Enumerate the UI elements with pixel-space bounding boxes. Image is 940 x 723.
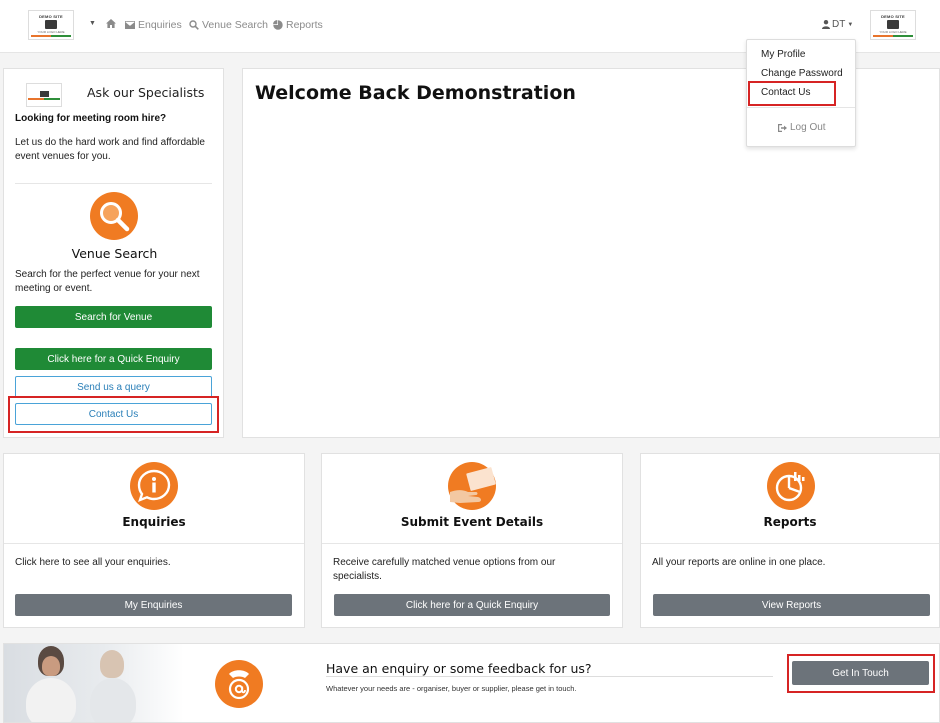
welcome-heading: Welcome Back Demonstration — [255, 82, 576, 104]
nav-venue-search[interactable]: Venue Search — [189, 19, 268, 31]
user-icon — [822, 20, 830, 29]
info-chat-icon — [130, 462, 178, 510]
sign-out-icon — [778, 123, 787, 132]
submit-quick-enquiry-button[interactable]: Click here for a Quick Enquiry — [334, 594, 610, 616]
enquiries-description: Click here to see all your enquiries. — [15, 557, 171, 568]
my-enquiries-button[interactable]: My Enquiries — [15, 594, 292, 616]
card-divider — [4, 543, 304, 544]
quick-enquiry-button[interactable]: Click here for a Quick Enquiry — [15, 348, 212, 370]
logo-mark-icon — [39, 90, 49, 97]
logo-stripe — [28, 97, 60, 100]
logo-top-text: DEMO SITE — [881, 13, 905, 19]
user-menu-toggle[interactable]: DT ▼ — [822, 19, 853, 30]
home-icon — [106, 19, 116, 28]
submit-event-card: Submit Event Details Receive carefully m… — [321, 453, 623, 628]
user-initials: DT — [832, 19, 846, 30]
nav-reports[interactable]: Reports — [273, 19, 323, 31]
sidebar-divider — [15, 183, 212, 184]
submit-event-title: Submit Event Details — [400, 515, 544, 529]
venue-search-description: Search for the perfect venue for your ne… — [15, 269, 200, 294]
nav-reports-label: Reports — [286, 19, 323, 31]
banner-subtitle: Whatever your needs are - organiser, buy… — [326, 684, 577, 693]
dropdown-contact-us[interactable]: Contact Us — [761, 87, 810, 98]
logo-mark-icon — [45, 19, 57, 29]
banner-divider — [326, 676, 773, 677]
search-for-venue-button[interactable]: Search for Venue — [15, 306, 212, 328]
venue-search-title: Venue Search — [71, 246, 158, 261]
person-face — [42, 656, 60, 676]
card-divider — [322, 543, 622, 544]
get-in-touch-banner: Have an enquiry or some feedback for us?… — [3, 643, 940, 723]
person-shirt — [26, 678, 76, 722]
log-out-label: Log Out — [790, 122, 826, 133]
client-logo: DEMO SITE YOUR LOGO HERE — [870, 10, 916, 40]
dropdown-divider — [747, 107, 855, 108]
caret-down-icon: ▼ — [847, 21, 854, 28]
person-face — [100, 650, 124, 678]
logo-stripe — [31, 34, 71, 37]
send-query-button[interactable]: Send us a query — [15, 376, 212, 398]
person-shirt — [90, 678, 136, 722]
sidebar-logo — [26, 83, 62, 107]
envelope-icon — [125, 21, 135, 29]
nav-home[interactable] — [106, 19, 116, 28]
sidebar-heading: Looking for meeting room hire? — [15, 113, 167, 124]
logo-top-text: DEMO SITE — [39, 13, 63, 19]
dropdown-change-password[interactable]: Change Password — [761, 68, 843, 79]
nav-enquiries[interactable]: Enquiries — [125, 19, 182, 31]
search-icon — [189, 20, 199, 30]
nav-enquiries-label: Enquiries — [138, 19, 182, 31]
user-dropdown-menu: My Profile Change Password Contact Us Lo… — [746, 39, 856, 147]
get-in-touch-button[interactable]: Get In Touch — [792, 661, 929, 685]
logo-stripe — [873, 34, 913, 37]
card-divider — [641, 543, 939, 544]
site-logo[interactable]: DEMO SITE YOUR LOGO HERE — [28, 10, 74, 40]
nav-venue-search-label: Venue Search — [202, 19, 268, 31]
enquiries-card: Enquiries Click here to see all your enq… — [3, 453, 305, 628]
enquiries-title: Enquiries — [122, 515, 186, 529]
hand-card-icon — [448, 462, 496, 510]
pie-chart-icon — [767, 462, 815, 510]
at-phone-icon — [215, 660, 263, 708]
dropdown-my-profile[interactable]: My Profile — [761, 49, 805, 60]
reports-title: Reports — [763, 515, 817, 529]
view-reports-button[interactable]: View Reports — [653, 594, 930, 616]
banner-title: Have an enquiry or some feedback for us? — [326, 661, 592, 676]
submit-event-description: Receive carefully matched venue options … — [333, 557, 556, 582]
reports-description: All your reports are online in one place… — [652, 557, 826, 568]
magnifier-icon — [90, 192, 138, 240]
logo-bottom-text: YOUR LOGO HERE — [879, 29, 907, 34]
pie-chart-icon — [273, 20, 283, 30]
logo-bottom-text: YOUR LOGO HERE — [37, 29, 65, 34]
logo-mark-icon — [887, 19, 899, 29]
logo-dropdown-caret-icon[interactable]: ▼ — [89, 20, 96, 27]
dropdown-log-out[interactable]: Log Out — [778, 122, 826, 133]
banner-photo — [4, 644, 184, 722]
contact-us-button[interactable]: Contact Us — [15, 403, 212, 425]
specialists-title: Ask our Specialists — [87, 85, 205, 100]
specialists-sidebar: Ask our Specialists Looking for meeting … — [3, 68, 224, 438]
reports-card: Reports All your reports are online in o… — [640, 453, 940, 628]
sidebar-description: Let us do the hard work and find afforda… — [15, 137, 205, 162]
